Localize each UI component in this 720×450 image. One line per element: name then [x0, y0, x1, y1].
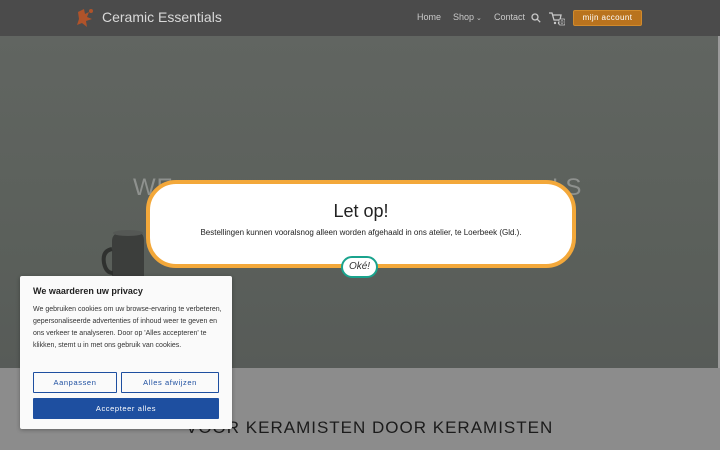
notice-modal: Let op! Bestellingen kunnen vooralsnog a… — [146, 180, 576, 268]
section-heading: VOOR KERAMISTEN DOOR KERAMISTEN — [186, 418, 554, 437]
customize-button[interactable]: Aanpassen — [33, 372, 117, 393]
cart-count: 0 — [561, 20, 564, 26]
accept-all-button[interactable]: Accepteer alles — [33, 398, 219, 419]
search-icon[interactable] — [531, 13, 541, 23]
site-header: Ceramic Essentials Home Shop ⌄ Contact 0… — [0, 0, 720, 36]
site-title[interactable]: Ceramic Essentials — [102, 9, 222, 25]
chevron-down-icon: ⌄ — [474, 15, 482, 22]
nav-home[interactable]: Home — [417, 12, 441, 22]
cookie-title: We waarderen uw privacy — [33, 286, 143, 296]
logo-icon[interactable] — [74, 6, 98, 30]
cookie-consent-banner: We waarderen uw privacy We gebruiken coo… — [20, 276, 232, 429]
nav-contact[interactable]: Contact — [494, 12, 525, 22]
cookie-text: We gebruiken cookies om uw browse-ervari… — [33, 306, 222, 349]
cart-icon[interactable]: 0 — [549, 12, 565, 26]
modal-title: Let op! — [333, 201, 389, 221]
nav-shop[interactable]: Shop ⌄ — [453, 12, 482, 22]
modal-message: Bestellingen kunnen vooralsnog alleen wo… — [200, 228, 522, 237]
my-account-button[interactable]: mijn account — [573, 10, 642, 26]
nav-shop-label: Shop — [453, 12, 475, 22]
reject-all-button[interactable]: Alles afwijzen — [121, 372, 219, 393]
ok-button[interactable]: Oké! — [341, 256, 378, 278]
